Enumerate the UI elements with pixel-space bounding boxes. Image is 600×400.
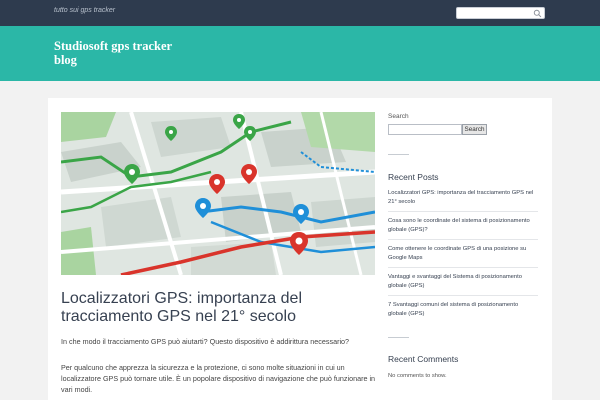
recent-post-link[interactable]: Cosa sono le coordinate del sistema di p…	[388, 217, 538, 235]
search-button[interactable]: Search	[462, 124, 487, 135]
recent-post-link[interactable]: Localizzatori GPS: importanza del tracci…	[388, 189, 538, 207]
site-header: Studiosoft gps tracker blog	[0, 26, 600, 81]
featured-image[interactable]	[61, 112, 375, 275]
top-bar: tutto sui gps tracker	[0, 0, 600, 26]
site-tagline: tutto sui gps tracker	[54, 7, 116, 14]
recent-posts-title: Recent Posts	[388, 172, 439, 182]
no-comments-text: No comments to show.	[388, 373, 447, 379]
recent-comments-title: Recent Comments	[388, 354, 459, 364]
widget-divider	[388, 154, 409, 155]
divider	[388, 267, 538, 268]
post-paragraph: In che modo il tracciamento GPS può aiut…	[61, 337, 350, 346]
search-icon[interactable]	[533, 9, 542, 18]
search-label: Search	[388, 113, 409, 120]
post-paragraph: Per qualcuno che apprezza la sicurezza e…	[61, 363, 376, 394]
header-search-input[interactable]	[456, 7, 545, 19]
divider	[388, 239, 538, 240]
site-title[interactable]: Studiosoft gps tracker blog	[54, 39, 174, 67]
gps-map-illustration	[61, 112, 375, 275]
search-input[interactable]	[388, 124, 462, 135]
recent-post-link[interactable]: 7 Svantaggi comuni del sistema di posizi…	[388, 301, 538, 319]
post-title[interactable]: Localizzatori GPS: importanza del tracci…	[61, 290, 361, 326]
divider	[388, 211, 538, 212]
widget-divider	[388, 337, 409, 338]
recent-post-link[interactable]: Vantaggi e svantaggi del Sistema di posi…	[388, 273, 538, 291]
recent-post-link[interactable]: Come ottenere le coordinate GPS di una p…	[388, 245, 538, 263]
divider	[388, 295, 538, 296]
